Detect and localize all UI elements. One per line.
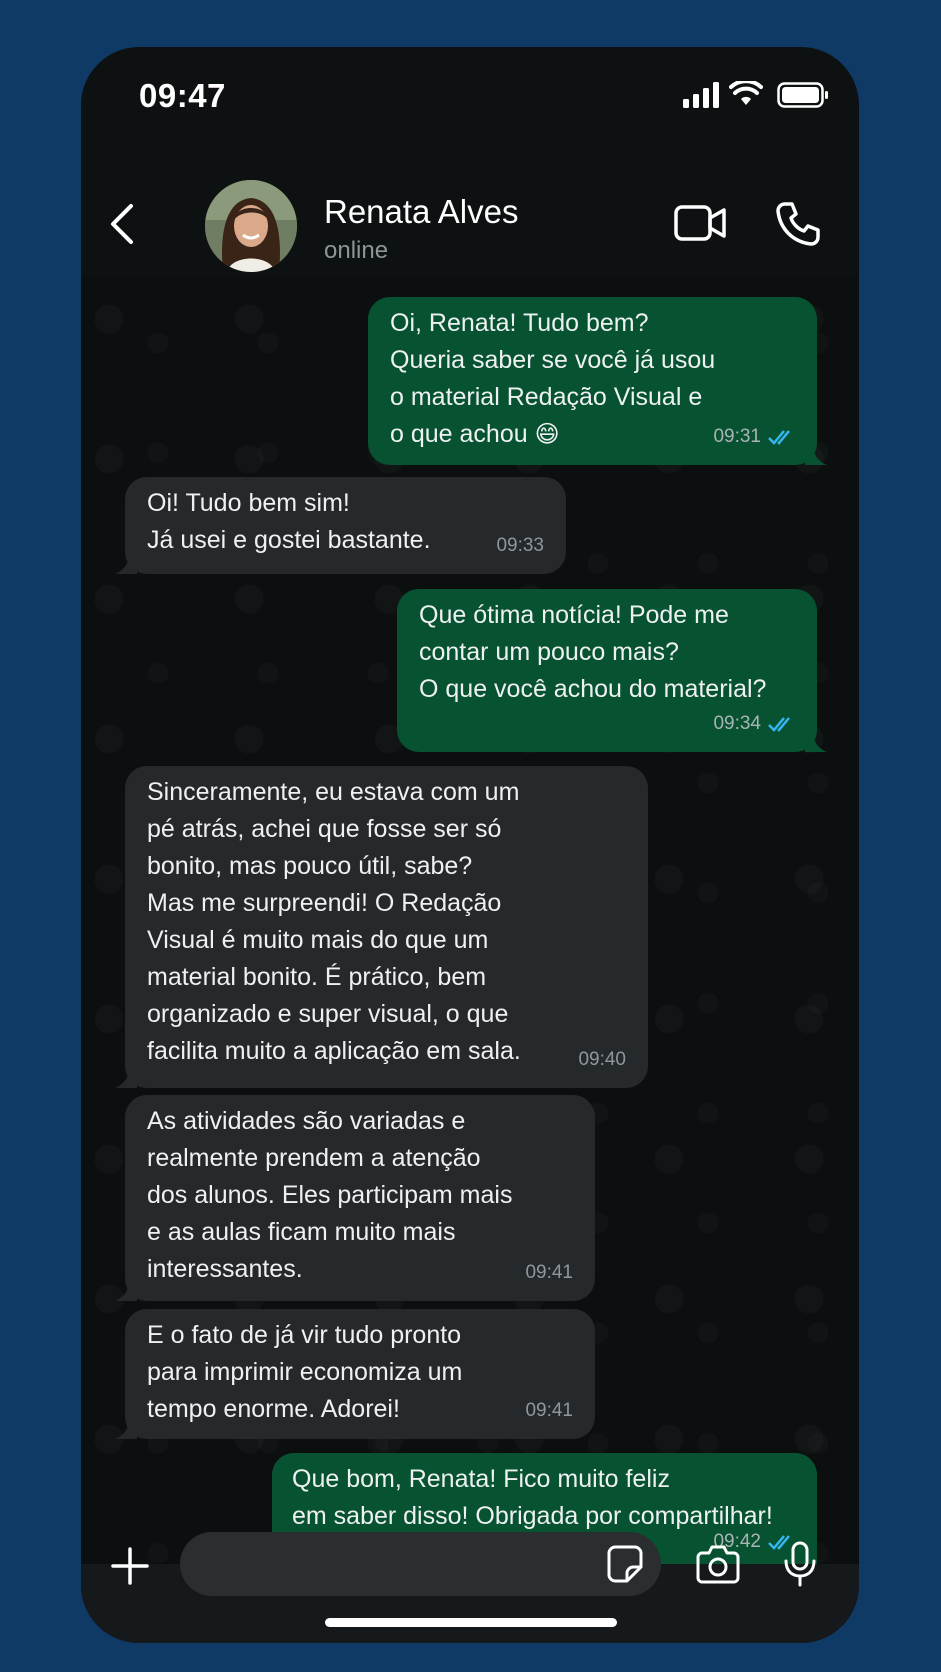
message-meta: 09:40 (578, 1041, 626, 1078)
avatar[interactable] (205, 180, 297, 272)
phone-frame: 09:47 Renata Alves online Oi, Renata! Tu… (81, 47, 859, 1643)
grinning-emoji: 😄 (534, 420, 560, 448)
bubble-tail (115, 1068, 137, 1088)
signal-icon (683, 82, 719, 108)
message-meta: 09:41 (525, 1392, 573, 1429)
message-incoming[interactable]: E o fato de já vir tudo pronto para impr… (115, 1309, 595, 1439)
battery-icon (777, 82, 828, 108)
video-call-icon[interactable] (674, 203, 726, 243)
camera-icon[interactable] (696, 1544, 740, 1584)
microphone-icon[interactable] (782, 1541, 818, 1587)
message-text: As atividades são variadas e realmente p… (147, 1107, 513, 1283)
bubble-tail (805, 732, 827, 752)
message-time: 09:34 (713, 713, 761, 734)
wifi-icon (729, 81, 763, 105)
message-incoming[interactable]: Sinceramente, eu estava com um pé atrás,… (115, 766, 648, 1088)
chat-header: Renata Alves online (81, 147, 859, 277)
home-indicator (325, 1618, 617, 1627)
message-meta: 09:41 (525, 1254, 573, 1291)
avatar-portrait-icon (205, 180, 297, 272)
bubble-tail (115, 554, 137, 574)
message-text: Que ótima notícia! Pode me contar um pou… (419, 601, 767, 703)
back-arrow-icon[interactable] (103, 201, 143, 247)
message-outgoing[interactable]: Oi, Renata! Tudo bem? Queria saber se vo… (368, 297, 827, 465)
status-time: 09:47 (139, 77, 226, 114)
message-time: 09:41 (525, 1400, 573, 1421)
plus-icon[interactable] (111, 1547, 149, 1585)
message-time: 09:33 (496, 535, 544, 556)
message-text: Que bom, Renata! Fico muito feliz em sab… (292, 1465, 773, 1530)
message-time: 09:40 (578, 1049, 626, 1070)
double-check-icon (768, 716, 790, 732)
message-meta: 09:33 (496, 527, 544, 564)
bubble-tail (115, 1281, 137, 1301)
message-text: Oi! Tudo bem sim! Já usei e gostei basta… (147, 489, 431, 554)
chat-area[interactable]: Oi, Renata! Tudo bem? Queria saber se vo… (81, 277, 859, 1567)
message-meta: 09:34 (713, 705, 795, 742)
bubble-tail (115, 1419, 137, 1439)
sticker-icon[interactable] (607, 1545, 643, 1583)
message-time: 09:41 (525, 1262, 573, 1283)
message-text: Sinceramente, eu estava com um pé atrás,… (147, 778, 521, 1065)
contact-status: online (324, 237, 389, 264)
message-outgoing[interactable]: Que ótima notícia! Pode me contar um pou… (397, 589, 827, 752)
message-incoming[interactable]: As atividades são variadas e realmente p… (115, 1095, 595, 1301)
message-time: 09:31 (713, 426, 761, 447)
contact-name[interactable]: Renata Alves (324, 193, 518, 231)
double-check-icon (768, 429, 790, 445)
message-text: E o fato de já vir tudo pronto para impr… (147, 1321, 463, 1423)
bubble-tail (805, 445, 827, 465)
phone-call-icon[interactable] (775, 201, 821, 247)
message-incoming[interactable]: Oi! Tudo bem sim! Já usei e gostei basta… (115, 477, 566, 574)
message-meta: 09:31 (713, 418, 795, 455)
message-input[interactable] (180, 1532, 661, 1596)
status-bar: 09:47 (81, 47, 859, 147)
